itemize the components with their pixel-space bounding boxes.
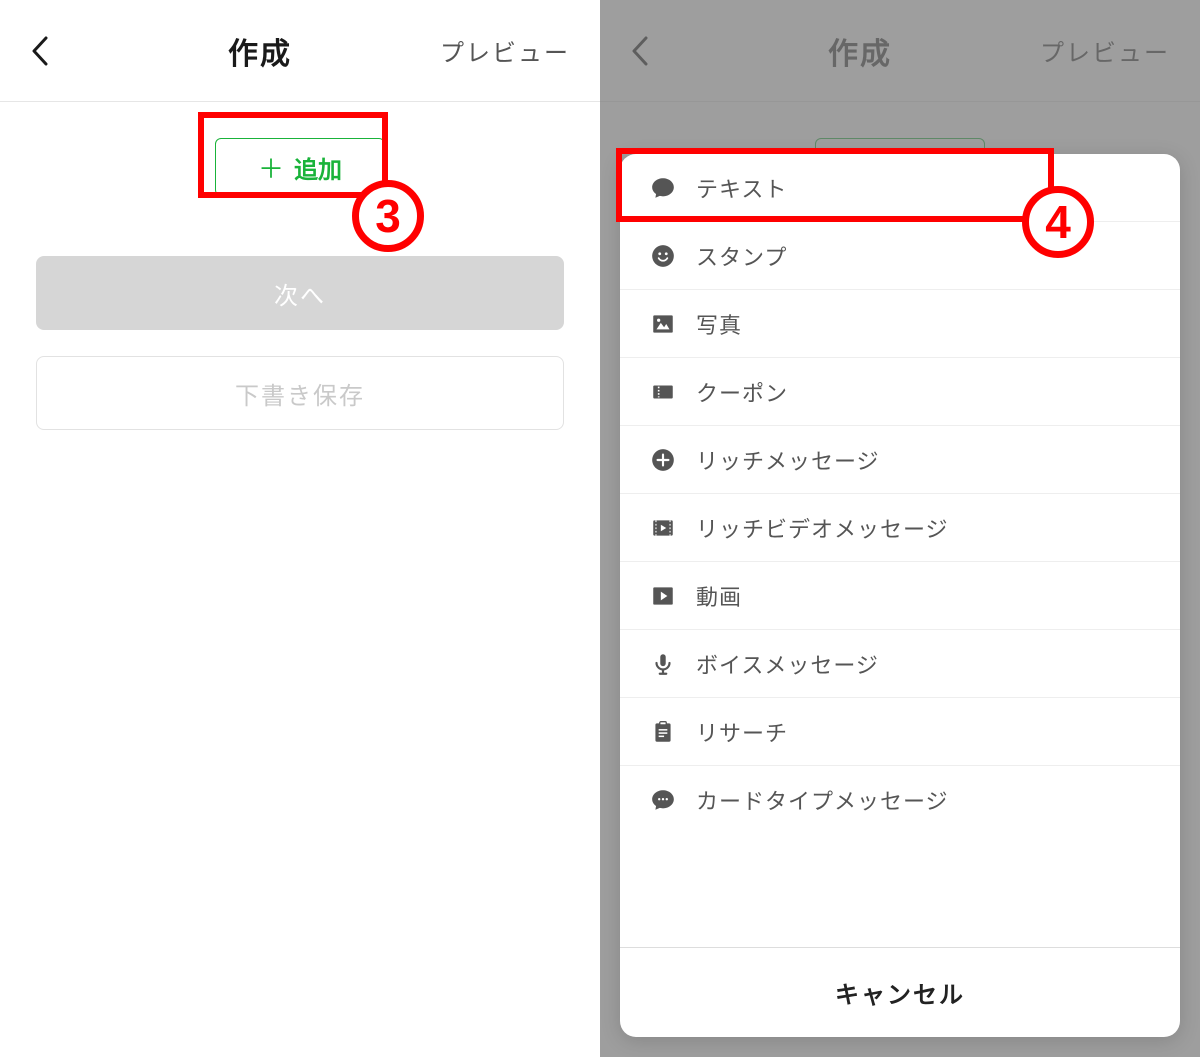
chat-icon [650, 175, 676, 201]
ticket-icon [650, 379, 676, 405]
add-button-label: 追加 [294, 150, 342, 185]
save-draft-button-label: 下書き保存 [235, 376, 365, 411]
save-draft-button[interactable]: 下書き保存 [36, 356, 564, 430]
type-option-rich-video[interactable]: リッチビデオメッセージ [620, 494, 1180, 562]
type-picker-list: テキスト スタンプ 写真 クーポン リッチメッセージ [620, 154, 1180, 947]
type-option-label: スタンプ [696, 240, 787, 272]
type-option-text[interactable]: テキスト [620, 154, 1180, 222]
plus-circle-icon [650, 447, 676, 473]
type-option-label: カードタイプメッセージ [696, 784, 949, 816]
type-option-label: テキスト [696, 172, 787, 204]
type-option-photo[interactable]: 写真 [620, 290, 1180, 358]
chat-dots-icon [650, 787, 676, 813]
type-option-research[interactable]: リサーチ [620, 698, 1180, 766]
type-option-label: クーポン [696, 376, 788, 408]
play-icon [650, 583, 676, 609]
film-icon [650, 515, 676, 541]
header-right: 作成 プレビュー [600, 0, 1200, 102]
type-option-label: 動画 [696, 580, 742, 612]
type-option-rich-message[interactable]: リッチメッセージ [620, 426, 1180, 494]
type-picker-sheet: テキスト スタンプ 写真 クーポン リッチメッセージ [620, 154, 1180, 1037]
plus-icon: ＋ [258, 149, 284, 186]
page-title: 作成 [228, 29, 292, 73]
page-title: 作成 [828, 29, 892, 73]
type-option-voice[interactable]: ボイスメッセージ [620, 630, 1180, 698]
next-button-label: 次へ [274, 276, 326, 311]
mic-icon [650, 651, 676, 677]
type-option-label: リッチビデオメッセージ [696, 512, 949, 544]
chevron-left-icon [30, 36, 48, 66]
type-option-coupon[interactable]: クーポン [620, 358, 1180, 426]
type-option-label: リサーチ [696, 716, 788, 748]
add-button[interactable]: ＋ 追加 [215, 138, 385, 196]
preview-link[interactable]: プレビュー [430, 33, 570, 68]
clipboard-icon [650, 719, 676, 745]
image-icon [650, 311, 676, 337]
chevron-left-icon [630, 36, 648, 66]
back-button[interactable] [30, 36, 90, 66]
type-option-card-message[interactable]: カードタイプメッセージ [620, 766, 1180, 834]
cancel-button-label: キャンセル [835, 975, 965, 1010]
type-option-video[interactable]: 動画 [620, 562, 1180, 630]
type-option-label: ボイスメッセージ [696, 648, 879, 680]
back-button[interactable] [630, 36, 690, 66]
next-button[interactable]: 次へ [36, 256, 564, 330]
type-option-stamp[interactable]: スタンプ [620, 222, 1180, 290]
cancel-button[interactable]: キャンセル [620, 947, 1180, 1037]
type-option-label: リッチメッセージ [696, 444, 880, 476]
smile-icon [650, 243, 676, 269]
header-left: 作成 プレビュー [0, 0, 600, 102]
type-option-label: 写真 [696, 308, 742, 340]
preview-link[interactable]: プレビュー [1030, 33, 1170, 68]
